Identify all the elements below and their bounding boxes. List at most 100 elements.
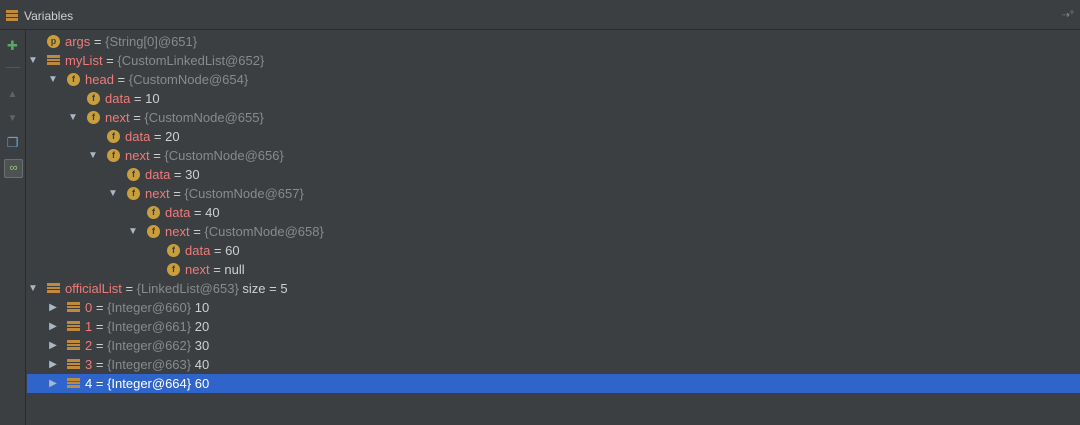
variable-type: {CustomNode@654}: [128, 72, 249, 87]
tree-row[interactable]: ▶ 3 = {Integer@663} 40: [27, 355, 1080, 374]
object-icon: [67, 321, 80, 332]
variable-type: {Integer@664}: [107, 376, 192, 391]
tree-row[interactable]: f next = null: [27, 260, 1080, 279]
variable-value: 10: [145, 91, 160, 106]
equals-sign: =: [169, 186, 185, 201]
toolbar-separator: [6, 67, 20, 68]
equals-sign: =: [113, 72, 129, 87]
equals-sign: =: [149, 148, 165, 163]
equals-sign: =: [92, 338, 108, 353]
variables-tree: p args = {String[0]@651} ▼ myList = {Custom…: [27, 30, 1080, 425]
field-icon: f: [147, 225, 160, 239]
parameter-icon: p: [47, 35, 60, 49]
variable-type: {Integer@662}: [107, 338, 192, 353]
tree-row[interactable]: ▼ f head = {CustomNode@654}: [27, 70, 1080, 89]
tree-row[interactable]: ▼ f next = {CustomNode@655}: [27, 108, 1080, 127]
variable-type: {CustomLinkedList@652}: [117, 53, 265, 68]
tree-row[interactable]: ▶ 4 = {Integer@664} 60: [27, 374, 1080, 393]
tree-row[interactable]: ▼ f next = {CustomNode@656}: [27, 146, 1080, 165]
variable-name: data: [145, 167, 171, 182]
variable-type: {CustomNode@656}: [164, 148, 284, 163]
expand-arrow-icon[interactable]: ▶: [47, 336, 59, 355]
field-icon: f: [107, 149, 120, 163]
variable-value: 60: [225, 243, 240, 258]
field-icon: f: [87, 92, 100, 106]
object-icon: [47, 55, 60, 66]
pin-icon[interactable]: ⇢°: [1062, 10, 1074, 21]
variable-type: {Integer@663}: [107, 357, 192, 372]
equals-sign: =: [92, 357, 108, 372]
variable-value: 30: [185, 167, 200, 182]
variable-name: data: [125, 129, 151, 144]
equals-sign: =: [190, 205, 206, 220]
tree-row[interactable]: ▶ 0 = {Integer@660} 10: [27, 298, 1080, 317]
object-icon: [67, 378, 80, 389]
debug-toolbar: ✚ ▲ ▼ ❐ ∞: [0, 30, 26, 425]
variable-type: {CustomNode@655}: [144, 110, 264, 125]
field-icon: f: [67, 73, 80, 87]
variable-type: {String[0]@651}: [105, 34, 198, 49]
field-icon: f: [107, 130, 120, 144]
variable-type: {CustomNode@658}: [204, 224, 324, 239]
tree-row[interactable]: p args = {String[0]@651}: [27, 32, 1080, 51]
expand-arrow-icon[interactable]: ▶: [47, 355, 59, 374]
new-watch-icon[interactable]: ✚: [4, 37, 21, 54]
collapse-arrow-icon[interactable]: ▼: [87, 146, 99, 165]
variable-value: 30: [191, 338, 210, 353]
up-arrow-icon[interactable]: ▲: [4, 86, 21, 103]
tree-row[interactable]: ▼ myList = {CustomLinkedList@652}: [27, 51, 1080, 70]
field-icon: f: [127, 187, 140, 201]
tree-row[interactable]: f data = 20: [27, 127, 1080, 146]
variable-name: head: [85, 72, 114, 87]
field-icon: f: [147, 206, 160, 220]
collapse-arrow-icon[interactable]: ▼: [47, 70, 59, 89]
tree-row[interactable]: f data = 10: [27, 89, 1080, 108]
variable-type: {CustomNode@657}: [184, 186, 304, 201]
collapse-arrow-icon[interactable]: ▼: [27, 51, 39, 70]
variable-name: args: [65, 34, 91, 49]
expand-arrow-icon[interactable]: ▶: [47, 298, 59, 317]
equals-sign: =: [189, 224, 205, 239]
variable-type: {Integer@661}: [107, 319, 192, 334]
tree-row[interactable]: ▼ officialList = {LinkedList@653} size = …: [27, 279, 1080, 298]
variable-value: 20: [165, 129, 180, 144]
tree-row[interactable]: f data = 40: [27, 203, 1080, 222]
equals-sign: =: [92, 376, 108, 391]
variable-type: {LinkedList@653}: [136, 281, 239, 296]
down-arrow-icon[interactable]: ▼: [4, 110, 21, 127]
object-icon: [67, 359, 80, 370]
equals-sign: =: [102, 53, 118, 68]
variable-name: officialList: [65, 281, 122, 296]
collapse-arrow-icon[interactable]: ▼: [107, 184, 119, 203]
watches-toggle-icon[interactable]: ∞: [4, 159, 23, 178]
field-icon: f: [127, 168, 140, 182]
tree-row[interactable]: f data = 60: [27, 241, 1080, 260]
equals-sign: =: [130, 91, 146, 106]
tree-row[interactable]: f data = 30: [27, 165, 1080, 184]
equals-sign: =: [150, 129, 166, 144]
equals-sign: =: [129, 110, 145, 125]
equals-sign: =: [170, 167, 186, 182]
field-icon: f: [87, 111, 100, 125]
collapse-arrow-icon[interactable]: ▼: [67, 108, 79, 127]
variable-value: 40: [205, 205, 220, 220]
equals-sign: =: [209, 262, 225, 277]
variable-value: 20: [191, 319, 210, 334]
variable-value: null: [224, 262, 245, 277]
variable-value: 10: [191, 300, 210, 315]
panel-header: Variables ⇢°: [0, 0, 1080, 30]
variable-name: data: [185, 243, 211, 258]
variable-name: data: [105, 91, 131, 106]
expand-arrow-icon[interactable]: ▶: [47, 374, 59, 393]
tree-row[interactable]: ▶ 1 = {Integer@661} 20: [27, 317, 1080, 336]
expand-arrow-icon[interactable]: ▶: [47, 317, 59, 336]
collapse-arrow-icon[interactable]: ▼: [27, 279, 39, 298]
tree-row[interactable]: ▶ 2 = {Integer@662} 30: [27, 336, 1080, 355]
variable-name: next: [125, 148, 150, 163]
variable-name: next: [105, 110, 130, 125]
field-icon: f: [167, 263, 180, 277]
tree-row[interactable]: ▼ f next = {CustomNode@657}: [27, 184, 1080, 203]
collapse-arrow-icon[interactable]: ▼: [127, 222, 139, 241]
tree-row[interactable]: ▼ f next = {CustomNode@658}: [27, 222, 1080, 241]
copy-icon[interactable]: ❐: [4, 134, 21, 151]
